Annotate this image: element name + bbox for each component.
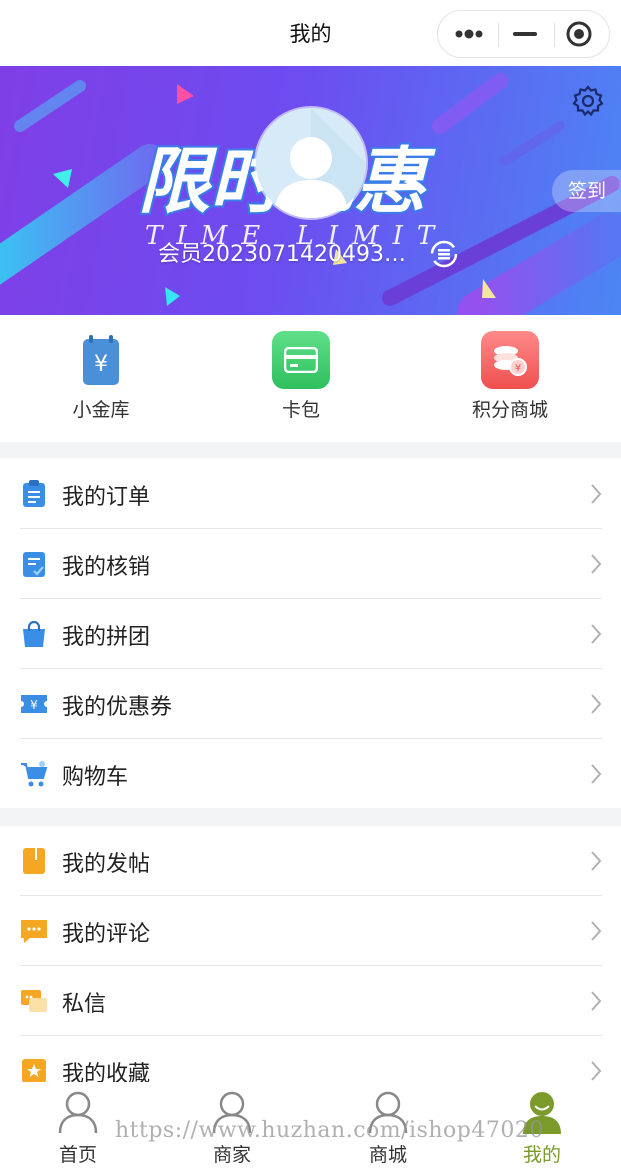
order-clipboard-icon (20, 480, 48, 508)
menu-label: 我的拼团 (62, 625, 151, 650)
quick-item-points-mall[interactable]: ¥ 积分商城 (430, 331, 590, 422)
menu-item-messages[interactable]: 私信 (20, 966, 602, 1036)
favorite-icon (20, 1057, 48, 1085)
svg-text:¥: ¥ (30, 698, 38, 712)
chevron-right-icon (590, 920, 602, 946)
tab-label: 我的 (522, 1144, 561, 1166)
chevron-right-icon (590, 553, 602, 579)
chevron-right-icon (590, 483, 602, 509)
coupon-icon: ¥ (20, 690, 48, 718)
tab-home[interactable]: 首页 (28, 1088, 128, 1167)
menu-label: 我的核销 (62, 555, 151, 580)
verify-doc-icon (20, 550, 48, 578)
post-icon (20, 847, 48, 875)
menu-label: 我的订单 (62, 485, 151, 510)
menu-item-my-verify[interactable]: 我的核销 (20, 529, 602, 599)
section-divider (0, 808, 621, 826)
minimize-icon[interactable] (496, 11, 554, 57)
svg-text:¥: ¥ (94, 352, 108, 377)
person-outline-icon (28, 1088, 128, 1138)
quick-item-wallet[interactable]: ¥ 小金库 (21, 331, 181, 422)
signin-button[interactable]: 签到 (552, 170, 621, 212)
menu-group-orders: 我的订单 我的核销 我的拼团 ¥ 我的优惠券 购物车 (0, 459, 621, 809)
cart-icon (20, 760, 48, 788)
message-icon (20, 987, 48, 1015)
chevron-right-icon (590, 693, 602, 719)
quick-label-points-mall: 积分商城 (471, 399, 548, 421)
mini-program-capsule (437, 10, 610, 58)
gear-icon[interactable] (571, 84, 605, 122)
comment-icon (20, 917, 48, 945)
menu-item-my-posts[interactable]: 我的发帖 (20, 826, 602, 896)
quick-label-wallet: 小金库 (72, 399, 130, 421)
menu-group-community: 我的发帖 我的评论 私信 我的收藏 (0, 826, 621, 1106)
tab-label: 商家 (212, 1144, 251, 1166)
menu-label: 我的发帖 (62, 852, 151, 877)
member-nickname: 会员2023071420493… (158, 242, 406, 267)
svg-text:¥: ¥ (515, 363, 521, 374)
menu-label: 我的优惠券 (62, 695, 173, 720)
profile-banner: 限时优惠 TIME LIMIT 会员2023071420493… 签到 (0, 66, 621, 315)
chevron-right-icon (590, 763, 602, 789)
coins-icon: ¥ (481, 331, 539, 389)
menu-item-cart[interactable]: 购物车 (20, 739, 602, 809)
wallet-yen-icon: ¥ (72, 331, 130, 389)
tab-label: 首页 (58, 1144, 97, 1166)
refresh-icon[interactable] (428, 238, 460, 274)
group-bag-icon (20, 620, 48, 648)
quick-entry-grid: ¥ 小金库 卡包 ¥ 积分商城 (0, 315, 621, 442)
menu-label: 我的评论 (62, 922, 151, 947)
tab-label: 商城 (368, 1144, 407, 1166)
target-close-icon[interactable] (550, 11, 608, 57)
chevron-right-icon (590, 990, 602, 1016)
menu-label: 私信 (62, 992, 107, 1017)
card-icon (272, 331, 330, 389)
watermark-text: https://www.huzhan.com/ishop47020 (115, 1118, 544, 1143)
menu-item-my-comments[interactable]: 我的评论 (20, 896, 602, 966)
menu-item-my-orders[interactable]: 我的订单 (20, 459, 602, 529)
section-divider (0, 442, 621, 458)
menu-label: 购物车 (62, 765, 129, 790)
menu-item-my-coupons[interactable]: ¥ 我的优惠券 (20, 669, 602, 739)
quick-item-card[interactable]: 卡包 (221, 331, 381, 422)
chevron-right-icon (590, 850, 602, 876)
top-nav-bar: 我的 (0, 0, 621, 66)
chevron-right-icon (590, 623, 602, 649)
menu-item-my-group-buy[interactable]: 我的拼团 (20, 599, 602, 669)
avatar[interactable] (256, 108, 366, 218)
quick-label-card: 卡包 (281, 399, 320, 421)
more-dots-icon[interactable] (440, 11, 498, 57)
